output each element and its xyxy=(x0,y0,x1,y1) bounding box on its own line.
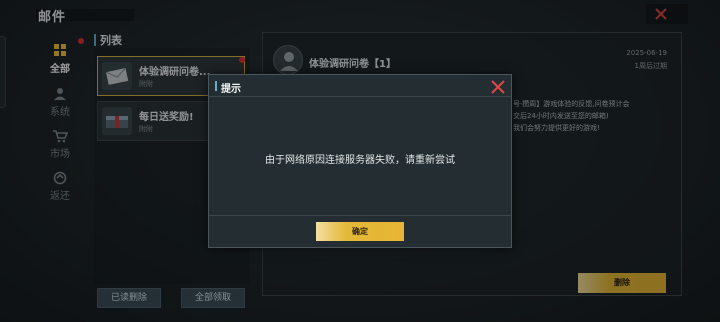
confirm-button[interactable]: 确定 xyxy=(316,222,404,241)
alert-dialog: 提示 由于网络原因连接服务器失败，请重新尝试 确定 xyxy=(208,74,512,248)
dialog-title: 提示 xyxy=(221,84,241,95)
close-icon xyxy=(491,80,505,94)
alert-dialog-header: 提示 xyxy=(209,75,511,97)
dialog-divider xyxy=(209,215,511,216)
dialog-close-button[interactable] xyxy=(491,79,505,94)
dialog-title-accent xyxy=(215,81,217,91)
dialog-message: 由于网络原因连接服务器失败，请重新尝试 xyxy=(265,155,455,166)
